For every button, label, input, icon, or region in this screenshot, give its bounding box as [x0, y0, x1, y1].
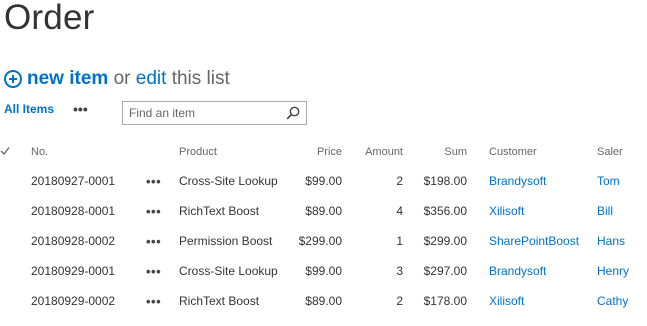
cell-product: RichText Boost	[179, 294, 260, 308]
cell-sum: $299.00	[423, 234, 467, 248]
add-circle-icon[interactable]	[4, 70, 22, 88]
table-row[interactable]: 20180928-0002 ••• Permission Boost $299.…	[0, 226, 641, 256]
cell-sum: $297.00	[423, 264, 467, 278]
view-bar: All Items •••	[4, 101, 88, 117]
cell-amount: 2	[396, 294, 403, 308]
select-all-checkbox[interactable]	[0, 138, 31, 166]
row-select[interactable]	[0, 226, 31, 256]
cell-customer-link[interactable]: SharePointBoost	[489, 226, 597, 256]
row-select[interactable]	[0, 196, 31, 226]
search-input[interactable]	[123, 102, 285, 124]
cell-no: 20180928-0002	[31, 234, 116, 248]
row-select[interactable]	[0, 166, 31, 196]
cell-amount: 1	[396, 234, 403, 248]
cell-no: 20180927-0001	[31, 174, 116, 188]
tab-all-items[interactable]: All Items	[4, 102, 54, 116]
cell-price: $99.00	[305, 174, 342, 188]
new-item-link[interactable]: new item	[27, 68, 108, 90]
cell-price: $99.00	[305, 264, 342, 278]
cell-customer-link[interactable]: Xilisoft	[489, 286, 597, 316]
cell-price: $89.00	[305, 294, 342, 308]
this-list-text: this list	[171, 68, 230, 89]
table-row[interactable]: 20180927-0001 ••• Cross-Site Lookup $99.…	[0, 166, 641, 196]
or-text: or	[113, 68, 131, 89]
column-header-customer[interactable]: Customer	[489, 138, 597, 166]
page-title: Order	[4, 0, 95, 37]
cell-customer-link[interactable]: Brandysoft	[489, 166, 597, 196]
cell-product: Cross-Site Lookup	[179, 264, 278, 278]
cell-product: RichText Boost	[179, 204, 260, 218]
search-box	[122, 101, 307, 125]
cell-saler-link[interactable]: Henry	[597, 256, 641, 286]
row-menu-button[interactable]: •••	[146, 204, 161, 219]
search-icon[interactable]	[286, 106, 300, 120]
cell-saler-link[interactable]: Hans	[597, 226, 641, 256]
table-header-row: No. Product Price Amount Sum Customer Sa…	[0, 138, 641, 166]
cell-amount: 2	[396, 174, 403, 188]
check-icon	[0, 146, 10, 155]
column-header-saler[interactable]: Saler	[597, 138, 641, 166]
more-views-button[interactable]: •••	[73, 101, 88, 117]
column-header-amount[interactable]: Amount	[342, 138, 403, 166]
items-table: No. Product Price Amount Sum Customer Sa…	[0, 138, 641, 316]
cell-no: 20180929-0001	[31, 264, 116, 278]
row-select[interactable]	[0, 256, 31, 286]
column-header-no[interactable]: No.	[31, 138, 146, 166]
cell-sum: $198.00	[423, 174, 467, 188]
cell-saler-link[interactable]: Tom	[597, 166, 641, 196]
cell-product: Permission Boost	[179, 234, 273, 248]
row-menu-button[interactable]: •••	[146, 174, 161, 189]
row-select[interactable]	[0, 286, 31, 316]
cell-price: $299.00	[298, 234, 342, 248]
cell-saler-link[interactable]: Cathy	[597, 286, 641, 316]
table-row[interactable]: 20180928-0001 ••• RichText Boost $89.00 …	[0, 196, 641, 226]
cell-sum: $356.00	[423, 204, 467, 218]
cell-customer-link[interactable]: Xilisoft	[489, 196, 597, 226]
command-bar: new item or edit this list	[4, 68, 230, 90]
row-menu-button[interactable]: •••	[146, 264, 161, 279]
table-row[interactable]: 20180929-0002 ••• RichText Boost $89.00 …	[0, 286, 641, 316]
cell-customer-link[interactable]: Brandysoft	[489, 256, 597, 286]
column-header-price[interactable]: Price	[289, 138, 342, 166]
cell-amount: 3	[396, 264, 403, 278]
cell-no: 20180928-0001	[31, 204, 116, 218]
row-menu-button[interactable]: •••	[146, 234, 161, 249]
cell-product: Cross-Site Lookup	[179, 174, 278, 188]
row-menu-button[interactable]: •••	[146, 294, 161, 309]
cell-no: 20180929-0002	[31, 294, 116, 308]
cell-amount: 4	[396, 204, 403, 218]
cell-price: $89.00	[305, 204, 342, 218]
cell-sum: $178.00	[423, 294, 467, 308]
edit-list-link[interactable]: edit	[136, 68, 167, 90]
cell-saler-link[interactable]: Bill	[597, 196, 641, 226]
table-row[interactable]: 20180929-0001 ••• Cross-Site Lookup $99.…	[0, 256, 641, 286]
column-header-product[interactable]: Product	[179, 138, 289, 166]
column-header-sum[interactable]: Sum	[403, 138, 467, 166]
